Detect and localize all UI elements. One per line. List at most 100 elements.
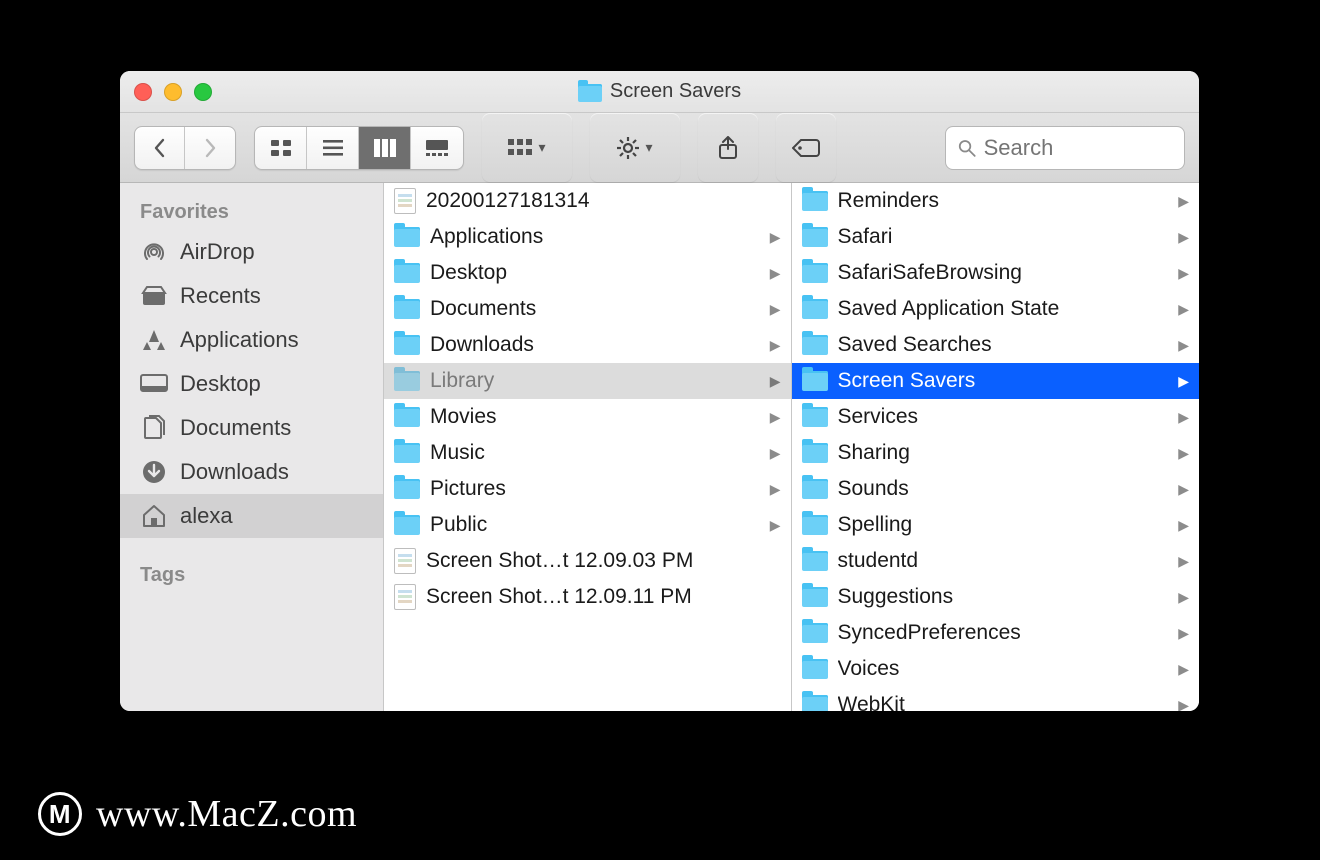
folder-icon [802,263,828,283]
tags-button[interactable] [776,113,836,182]
folder-icon [578,84,602,102]
chevron-left-icon [153,138,167,158]
close-button[interactable] [134,83,152,101]
desktop-icon [140,374,168,394]
zoom-button[interactable] [194,83,212,101]
file-icon [394,548,416,574]
search-input[interactable] [984,135,1172,161]
folder-row[interactable]: Documents ▶ [384,291,791,327]
folder-row[interactable]: Pictures▶ [384,471,791,507]
disclosure-arrow-icon: ▶ [770,337,781,354]
minimize-button[interactable] [164,83,182,101]
toolbar: ▾ ▾ [120,113,1199,183]
folder-row[interactable]: studentd▶ [792,543,1200,579]
sidebar-item-documents[interactable]: Documents [120,406,383,450]
folder-icon [394,335,420,355]
disclosure-arrow-icon: ▶ [770,301,781,318]
folder-icon [394,263,420,283]
downloads-icon [140,459,168,485]
folder-icon [394,515,420,535]
item-name: Sharing [838,441,1169,465]
sidebar-item-label: Desktop [180,371,261,397]
item-name: Reminders [838,189,1169,213]
folder-row[interactable]: Downloads▶ [384,327,791,363]
view-icon-button[interactable] [255,127,307,169]
folder-icon [394,407,420,427]
folder-row[interactable]: Reminders▶ [792,183,1200,219]
folder-row[interactable]: Screen Savers▶ [792,363,1200,399]
search-field[interactable] [945,126,1185,170]
folder-row[interactable]: Sharing▶ [792,435,1200,471]
file-icon [394,188,416,214]
folder-row[interactable]: Desktop▶ [384,255,791,291]
back-button[interactable] [135,127,185,169]
folder-row[interactable]: Music▶ [384,435,791,471]
window-body: Favorites AirDrop Recents Applications [120,183,1199,711]
folder-row[interactable]: Saved Searches▶ [792,327,1200,363]
folder-row[interactable]: Applications▶ [384,219,791,255]
folder-row[interactable]: Safari▶ [792,219,1200,255]
action-button[interactable]: ▾ [590,113,680,182]
view-list-button[interactable] [307,127,359,169]
file-row[interactable]: 20200127181314 [384,183,791,219]
folder-row[interactable]: Library▶ [384,363,791,399]
folder-icon [802,371,828,391]
disclosure-arrow-icon: ▶ [770,229,781,246]
disclosure-arrow-icon: ▶ [1178,481,1189,498]
disclosure-arrow-icon: ▶ [1178,553,1189,570]
sidebar-item-airdrop[interactable]: AirDrop [120,230,383,274]
group-by-button[interactable]: ▾ [482,113,572,182]
sidebar-item-label: Recents [180,283,261,309]
folder-icon [802,443,828,463]
disclosure-arrow-icon: ▶ [1178,301,1189,318]
sidebar-item-applications[interactable]: Applications [120,318,383,362]
view-gallery-button[interactable] [411,127,463,169]
forward-button[interactable] [185,127,235,169]
folder-row[interactable]: Voices ▶ [792,651,1200,687]
sidebar-item-home[interactable]: alexa [120,494,383,538]
chevron-down-icon: ▾ [538,139,545,156]
file-row[interactable]: Screen Shot…t 12.09.11 PM [384,579,791,615]
sidebar: Favorites AirDrop Recents Applications [120,183,384,711]
disclosure-arrow-icon: ▶ [770,265,781,282]
folder-row[interactable]: SyncedPreferences▶ [792,615,1200,651]
column-view-icon [374,139,396,157]
disclosure-arrow-icon: ▶ [770,445,781,462]
disclosure-arrow-icon: ▶ [1178,229,1189,246]
disclosure-arrow-icon: ▶ [770,517,781,534]
group-icon [508,139,532,157]
sidebar-item-recents[interactable]: Recents [120,274,383,318]
folder-row[interactable]: Suggestions▶ [792,579,1200,615]
folder-row[interactable]: Sounds▶ [792,471,1200,507]
folder-row[interactable]: Spelling▶ [792,507,1200,543]
folder-icon [394,479,420,499]
finder-window: Screen Savers [120,71,1199,711]
column-0[interactable]: 20200127181314Applications▶Desktop▶Docum… [384,183,792,711]
sidebar-section-favorites: Favorites [120,193,383,230]
folder-row[interactable]: Movies▶ [384,399,791,435]
disclosure-arrow-icon: ▶ [1178,589,1189,606]
disclosure-arrow-icon: ▶ [1178,661,1189,678]
chevron-down-icon: ▾ [645,139,652,156]
share-button[interactable] [698,113,758,182]
folder-icon [802,299,828,319]
chevron-right-icon [203,138,217,158]
view-column-button[interactable] [359,127,411,169]
gallery-view-icon [425,139,449,157]
window-title: Screen Savers [578,80,741,103]
sidebar-item-downloads[interactable]: Downloads [120,450,383,494]
folder-row[interactable]: SafariSafeBrowsing▶ [792,255,1200,291]
view-mode-buttons [254,126,464,170]
folder-row[interactable]: Saved Application State▶ [792,291,1200,327]
item-name: 20200127181314 [426,189,781,213]
folder-row[interactable]: Services▶ [792,399,1200,435]
traffic-lights [134,83,212,101]
item-name: Documents [430,297,760,321]
gear-icon [617,137,639,159]
file-row[interactable]: Screen Shot…t 12.09.03 PM [384,543,791,579]
column-1[interactable]: Reminders▶Safari▶SafariSafeBrowsing▶Save… [792,183,1200,711]
sidebar-item-desktop[interactable]: Desktop [120,362,383,406]
folder-row[interactable]: Public▶ [384,507,791,543]
item-name: Voices [838,657,1169,681]
folder-row[interactable]: WebKit▶ [792,687,1200,711]
